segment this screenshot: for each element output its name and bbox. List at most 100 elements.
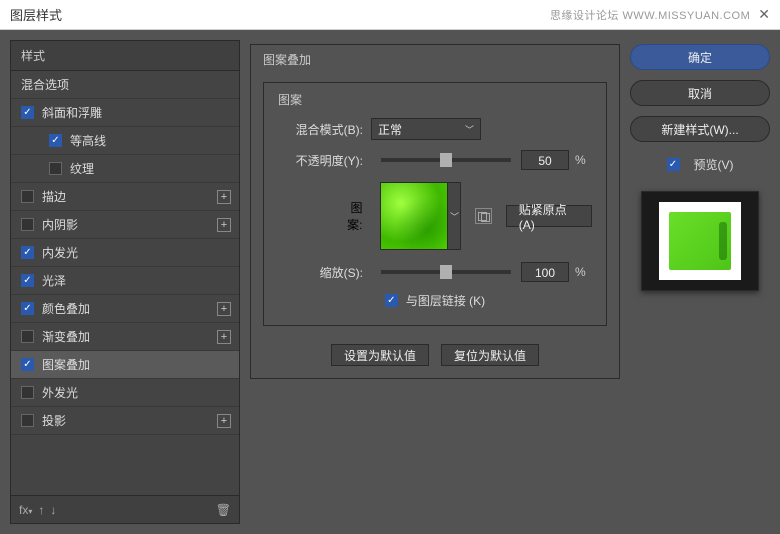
- titlebar: 图层样式 思缘设计论坛 WWW.MISSYUAN.COM ✕: [0, 0, 780, 30]
- style-checkbox[interactable]: [49, 162, 62, 175]
- style-label: 等高线: [70, 132, 106, 149]
- pattern-swatch[interactable]: [380, 182, 448, 250]
- style-item[interactable]: 投影 +: [11, 407, 239, 435]
- preview-checkbox[interactable]: [667, 158, 680, 171]
- style-checkbox[interactable]: [21, 218, 34, 231]
- add-effect-icon[interactable]: +: [217, 414, 231, 428]
- add-effect-icon[interactable]: +: [217, 330, 231, 344]
- opacity-row: 不透明度(Y): 50 %: [278, 150, 592, 170]
- styles-panel: 样式 混合选项 斜面和浮雕等高线纹理描边 + 内阴影 + 内发光光泽颜色叠加 + 渐变叠加 +…: [10, 40, 240, 524]
- scale-slider[interactable]: [381, 270, 511, 274]
- pattern-label: 图案:: [338, 199, 362, 233]
- cancel-button[interactable]: 取消: [630, 80, 770, 106]
- style-label: 描边: [42, 188, 66, 205]
- styles-header[interactable]: 样式: [11, 41, 239, 71]
- link-label: 与图层链接 (K): [406, 292, 485, 309]
- style-item[interactable]: 光泽: [11, 267, 239, 295]
- style-item[interactable]: 斜面和浮雕: [11, 99, 239, 127]
- blend-options-label: 混合选项: [21, 76, 69, 93]
- opacity-thumb[interactable]: [440, 153, 452, 167]
- blend-mode-label: 混合模式(B):: [278, 121, 363, 138]
- section-title: 图案叠加: [259, 51, 315, 68]
- preview-inner: [659, 202, 741, 280]
- pattern-overlay-fieldset: 图案叠加 图案 混合模式(B): 正常 ﹀ 不透明度(Y): 50 %: [250, 44, 620, 379]
- style-item[interactable]: 内阴影 +: [11, 211, 239, 239]
- scale-label: 缩放(S):: [278, 264, 363, 281]
- blend-mode-row: 混合模式(B): 正常 ﹀: [278, 118, 592, 140]
- style-label: 内阴影: [42, 216, 78, 233]
- style-label: 斜面和浮雕: [42, 104, 102, 121]
- style-item[interactable]: 颜色叠加 +: [11, 295, 239, 323]
- pattern-row: 图案: ﹀ 贴紧原点 (A): [338, 182, 592, 250]
- settings-panel: 图案叠加 图案 混合模式(B): 正常 ﹀ 不透明度(Y): 50 %: [250, 40, 620, 524]
- pattern-fieldset: 图案 混合模式(B): 正常 ﹀ 不透明度(Y): 50 %: [263, 82, 607, 326]
- styles-list: 斜面和浮雕等高线纹理描边 + 内阴影 + 内发光光泽颜色叠加 + 渐变叠加 + 图案叠加外发光投…: [11, 99, 239, 495]
- style-item[interactable]: 描边 +: [11, 183, 239, 211]
- set-default-button[interactable]: 设置为默认值: [331, 344, 429, 366]
- opacity-label: 不透明度(Y):: [278, 152, 363, 169]
- style-item[interactable]: 内发光: [11, 239, 239, 267]
- watermark-text: 思缘设计论坛 WWW.MISSYUAN.COM: [550, 7, 750, 23]
- snap-origin-button[interactable]: 贴紧原点 (A): [506, 205, 592, 227]
- chevron-down-icon: ﹀: [465, 123, 474, 136]
- style-checkbox[interactable]: [21, 106, 34, 119]
- ok-button[interactable]: 确定: [630, 44, 770, 70]
- scale-row: 缩放(S): 100 %: [278, 262, 592, 282]
- scale-input[interactable]: 100: [521, 262, 569, 282]
- style-label: 纹理: [70, 160, 94, 177]
- pattern-group-title: 图案: [274, 91, 306, 108]
- blend-mode-select[interactable]: 正常 ﹀: [371, 118, 481, 140]
- scale-unit: %: [575, 265, 586, 279]
- arrow-down-icon[interactable]: ↓: [50, 503, 56, 517]
- blend-options-row[interactable]: 混合选项: [11, 71, 239, 99]
- opacity-slider[interactable]: [381, 158, 511, 162]
- add-effect-icon[interactable]: +: [217, 302, 231, 316]
- style-checkbox[interactable]: [21, 330, 34, 343]
- preview-swatch: [669, 212, 731, 270]
- new-style-button[interactable]: 新建样式(W)...: [630, 116, 770, 142]
- reset-default-button[interactable]: 复位为默认值: [441, 344, 539, 366]
- arrow-up-icon[interactable]: ↑: [38, 503, 44, 517]
- style-item[interactable]: 外发光: [11, 379, 239, 407]
- style-label: 投影: [42, 412, 66, 429]
- close-icon[interactable]: ✕: [758, 6, 770, 23]
- fx-icon[interactable]: fx▾: [19, 503, 32, 517]
- style-item[interactable]: 渐变叠加 +: [11, 323, 239, 351]
- style-checkbox[interactable]: [21, 274, 34, 287]
- style-label: 外发光: [42, 384, 78, 401]
- pattern-caret-icon[interactable]: ﹀: [447, 182, 461, 250]
- titlebar-right: 思缘设计论坛 WWW.MISSYUAN.COM ✕: [550, 6, 770, 23]
- style-label: 图案叠加: [42, 356, 90, 373]
- styles-footer: fx▾ ↑ ↓ 🗑: [11, 495, 239, 523]
- style-checkbox[interactable]: [21, 246, 34, 259]
- style-item[interactable]: 纹理: [11, 155, 239, 183]
- dialog-title: 图层样式: [10, 5, 62, 24]
- link-checkbox[interactable]: [385, 294, 398, 307]
- style-label: 渐变叠加: [42, 328, 90, 345]
- trash-icon[interactable]: 🗑: [216, 503, 231, 517]
- style-label: 内发光: [42, 244, 78, 261]
- style-item[interactable]: 等高线: [11, 127, 239, 155]
- pattern-picker[interactable]: ﹀: [380, 182, 461, 250]
- add-effect-icon[interactable]: +: [217, 190, 231, 204]
- add-effect-icon[interactable]: +: [217, 218, 231, 232]
- style-label: 颜色叠加: [42, 300, 90, 317]
- preview-toggle-row: 预览(V): [630, 156, 770, 173]
- link-row: 与图层链接 (K): [278, 292, 592, 309]
- style-checkbox[interactable]: [21, 414, 34, 427]
- style-checkbox[interactable]: [21, 358, 34, 371]
- preview-box: [641, 191, 759, 291]
- opacity-input[interactable]: 50: [521, 150, 569, 170]
- style-checkbox[interactable]: [21, 190, 34, 203]
- opacity-unit: %: [575, 153, 586, 167]
- scale-thumb[interactable]: [440, 265, 452, 279]
- dialog-body: 样式 混合选项 斜面和浮雕等高线纹理描边 + 内阴影 + 内发光光泽颜色叠加 + 渐变叠加 +…: [0, 30, 780, 534]
- blend-mode-value: 正常: [378, 121, 402, 138]
- style-checkbox[interactable]: [21, 386, 34, 399]
- style-checkbox[interactable]: [21, 302, 34, 315]
- style-checkbox[interactable]: [49, 134, 62, 147]
- style-item[interactable]: 图案叠加: [11, 351, 239, 379]
- new-pattern-icon[interactable]: [475, 208, 491, 224]
- style-label: 光泽: [42, 272, 66, 289]
- action-panel: 确定 取消 新建样式(W)... 预览(V): [630, 40, 770, 524]
